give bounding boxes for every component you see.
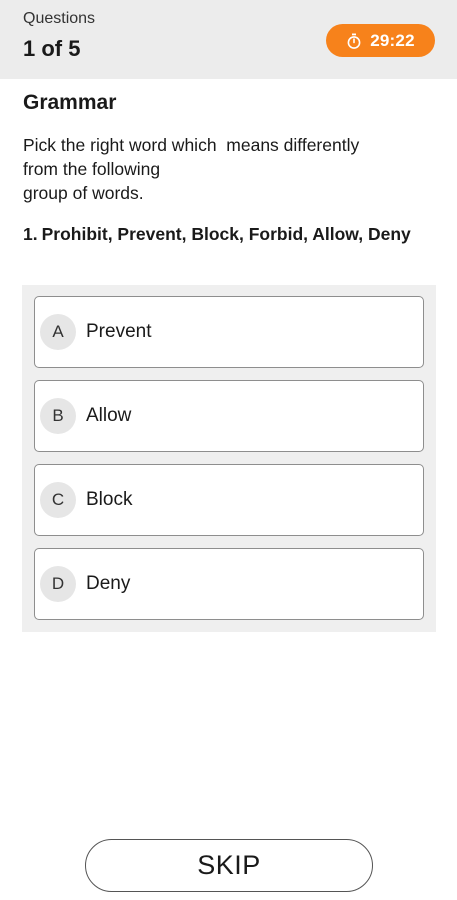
timer-value: 29:22: [370, 30, 415, 50]
timer-badge: 29:22: [326, 24, 435, 57]
option-label: Prevent: [86, 321, 152, 342]
questions-caption: Questions: [23, 10, 96, 27]
option-label: Deny: [86, 573, 131, 594]
option-letter: C: [40, 482, 76, 518]
stopwatch-icon: [346, 33, 362, 49]
option-label: Allow: [86, 405, 132, 426]
question-text: 1. Prohibit, Prevent, Block, Forbid, All…: [23, 222, 433, 247]
options-panel: A Prevent B Allow C Block D Deny: [22, 285, 436, 632]
option-letter: A: [40, 314, 76, 350]
option-d[interactable]: D Deny: [34, 548, 424, 620]
question-instruction: Pick the right word which means differen…: [23, 135, 360, 203]
subject-title: Grammar: [23, 91, 117, 114]
question-body: Prohibit, Prevent, Block, Forbid, Allow,…: [41, 224, 411, 244]
option-label: Block: [86, 489, 133, 510]
option-b[interactable]: B Allow: [34, 380, 424, 452]
option-a[interactable]: A Prevent: [34, 296, 424, 368]
question-progress: 1 of 5: [23, 36, 81, 61]
option-c[interactable]: C Block: [34, 464, 424, 536]
option-letter: D: [40, 566, 76, 602]
header-bar: Questions 1 of 5 29:22: [0, 0, 457, 79]
question-number: 1.: [23, 224, 38, 244]
skip-button[interactable]: SKIP: [85, 839, 373, 892]
option-letter: B: [40, 398, 76, 434]
